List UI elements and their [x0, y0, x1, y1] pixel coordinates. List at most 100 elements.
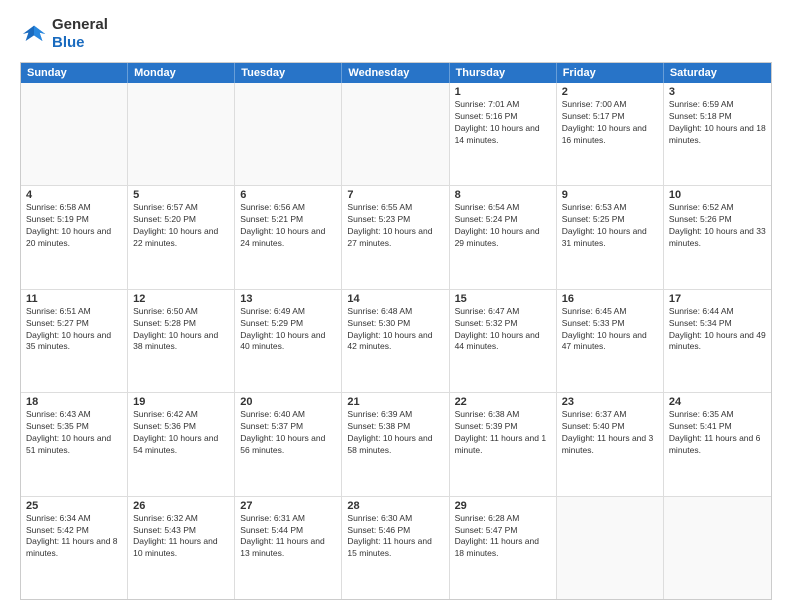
day-info: Sunrise: 6:34 AMSunset: 5:42 PMDaylight:…	[26, 513, 122, 561]
day-number: 7	[347, 189, 443, 201]
day-number: 11	[26, 293, 122, 305]
day-info: Sunrise: 6:47 AMSunset: 5:32 PMDaylight:…	[455, 306, 551, 354]
calendar-cell: 24Sunrise: 6:35 AMSunset: 5:41 PMDayligh…	[664, 393, 771, 495]
day-info: Sunrise: 6:55 AMSunset: 5:23 PMDaylight:…	[347, 202, 443, 250]
day-number: 17	[669, 293, 766, 305]
calendar-cell: 12Sunrise: 6:50 AMSunset: 5:28 PMDayligh…	[128, 290, 235, 392]
day-info: Sunrise: 6:31 AMSunset: 5:44 PMDaylight:…	[240, 513, 336, 561]
day-number: 18	[26, 396, 122, 408]
calendar-cell	[557, 497, 664, 599]
calendar-cell: 23Sunrise: 6:37 AMSunset: 5:40 PMDayligh…	[557, 393, 664, 495]
day-number: 4	[26, 189, 122, 201]
day-info: Sunrise: 6:51 AMSunset: 5:27 PMDaylight:…	[26, 306, 122, 354]
day-info: Sunrise: 6:59 AMSunset: 5:18 PMDaylight:…	[669, 99, 766, 147]
calendar-cell: 15Sunrise: 6:47 AMSunset: 5:32 PMDayligh…	[450, 290, 557, 392]
day-number: 27	[240, 500, 336, 512]
calendar-cell: 3Sunrise: 6:59 AMSunset: 5:18 PMDaylight…	[664, 83, 771, 185]
day-number: 21	[347, 396, 443, 408]
day-number: 16	[562, 293, 658, 305]
logo-text: General Blue	[52, 16, 108, 52]
day-number: 22	[455, 396, 551, 408]
calendar-cell: 18Sunrise: 6:43 AMSunset: 5:35 PMDayligh…	[21, 393, 128, 495]
day-info: Sunrise: 6:40 AMSunset: 5:37 PMDaylight:…	[240, 409, 336, 457]
calendar-week-4: 18Sunrise: 6:43 AMSunset: 5:35 PMDayligh…	[21, 392, 771, 495]
day-number: 1	[455, 86, 551, 98]
calendar-cell: 10Sunrise: 6:52 AMSunset: 5:26 PMDayligh…	[664, 186, 771, 288]
day-info: Sunrise: 6:38 AMSunset: 5:39 PMDaylight:…	[455, 409, 551, 457]
calendar-cell: 28Sunrise: 6:30 AMSunset: 5:46 PMDayligh…	[342, 497, 449, 599]
day-info: Sunrise: 6:45 AMSunset: 5:33 PMDaylight:…	[562, 306, 658, 354]
header: General Blue	[20, 16, 772, 52]
calendar-cell: 14Sunrise: 6:48 AMSunset: 5:30 PMDayligh…	[342, 290, 449, 392]
calendar-cell: 13Sunrise: 6:49 AMSunset: 5:29 PMDayligh…	[235, 290, 342, 392]
day-number: 3	[669, 86, 766, 98]
calendar-cell: 5Sunrise: 6:57 AMSunset: 5:20 PMDaylight…	[128, 186, 235, 288]
day-info: Sunrise: 6:30 AMSunset: 5:46 PMDaylight:…	[347, 513, 443, 561]
day-info: Sunrise: 6:39 AMSunset: 5:38 PMDaylight:…	[347, 409, 443, 457]
calendar-cell	[342, 83, 449, 185]
calendar-header-saturday: Saturday	[664, 63, 771, 83]
day-number: 13	[240, 293, 336, 305]
day-info: Sunrise: 6:57 AMSunset: 5:20 PMDaylight:…	[133, 202, 229, 250]
day-number: 20	[240, 396, 336, 408]
day-info: Sunrise: 7:01 AMSunset: 5:16 PMDaylight:…	[455, 99, 551, 147]
day-number: 25	[26, 500, 122, 512]
calendar-cell: 2Sunrise: 7:00 AMSunset: 5:17 PMDaylight…	[557, 83, 664, 185]
day-info: Sunrise: 6:54 AMSunset: 5:24 PMDaylight:…	[455, 202, 551, 250]
calendar-header-tuesday: Tuesday	[235, 63, 342, 83]
calendar-cell: 20Sunrise: 6:40 AMSunset: 5:37 PMDayligh…	[235, 393, 342, 495]
day-info: Sunrise: 6:43 AMSunset: 5:35 PMDaylight:…	[26, 409, 122, 457]
day-info: Sunrise: 7:00 AMSunset: 5:17 PMDaylight:…	[562, 99, 658, 147]
day-number: 15	[455, 293, 551, 305]
day-info: Sunrise: 6:52 AMSunset: 5:26 PMDaylight:…	[669, 202, 766, 250]
calendar-cell: 4Sunrise: 6:58 AMSunset: 5:19 PMDaylight…	[21, 186, 128, 288]
day-info: Sunrise: 6:35 AMSunset: 5:41 PMDaylight:…	[669, 409, 766, 457]
day-info: Sunrise: 6:50 AMSunset: 5:28 PMDaylight:…	[133, 306, 229, 354]
day-number: 8	[455, 189, 551, 201]
calendar-cell: 17Sunrise: 6:44 AMSunset: 5:34 PMDayligh…	[664, 290, 771, 392]
day-number: 24	[669, 396, 766, 408]
day-number: 14	[347, 293, 443, 305]
calendar-cell: 22Sunrise: 6:38 AMSunset: 5:39 PMDayligh…	[450, 393, 557, 495]
calendar-cell	[235, 83, 342, 185]
day-number: 29	[455, 500, 551, 512]
calendar-cell	[664, 497, 771, 599]
calendar-cell: 9Sunrise: 6:53 AMSunset: 5:25 PMDaylight…	[557, 186, 664, 288]
calendar-header-wednesday: Wednesday	[342, 63, 449, 83]
day-number: 6	[240, 189, 336, 201]
calendar-cell: 11Sunrise: 6:51 AMSunset: 5:27 PMDayligh…	[21, 290, 128, 392]
calendar-header-thursday: Thursday	[450, 63, 557, 83]
calendar-cell: 27Sunrise: 6:31 AMSunset: 5:44 PMDayligh…	[235, 497, 342, 599]
calendar-cell: 25Sunrise: 6:34 AMSunset: 5:42 PMDayligh…	[21, 497, 128, 599]
logo-bird-icon	[20, 20, 48, 48]
day-number: 23	[562, 396, 658, 408]
calendar-header-sunday: Sunday	[21, 63, 128, 83]
day-info: Sunrise: 6:56 AMSunset: 5:21 PMDaylight:…	[240, 202, 336, 250]
calendar-cell: 16Sunrise: 6:45 AMSunset: 5:33 PMDayligh…	[557, 290, 664, 392]
calendar-cell: 19Sunrise: 6:42 AMSunset: 5:36 PMDayligh…	[128, 393, 235, 495]
day-info: Sunrise: 6:48 AMSunset: 5:30 PMDaylight:…	[347, 306, 443, 354]
day-info: Sunrise: 6:42 AMSunset: 5:36 PMDaylight:…	[133, 409, 229, 457]
calendar-cell: 8Sunrise: 6:54 AMSunset: 5:24 PMDaylight…	[450, 186, 557, 288]
calendar: SundayMondayTuesdayWednesdayThursdayFrid…	[20, 62, 772, 600]
day-info: Sunrise: 6:53 AMSunset: 5:25 PMDaylight:…	[562, 202, 658, 250]
calendar-week-1: 1Sunrise: 7:01 AMSunset: 5:16 PMDaylight…	[21, 83, 771, 185]
calendar-header: SundayMondayTuesdayWednesdayThursdayFrid…	[21, 63, 771, 83]
day-number: 5	[133, 189, 229, 201]
logo: General Blue	[20, 16, 108, 52]
day-info: Sunrise: 6:32 AMSunset: 5:43 PMDaylight:…	[133, 513, 229, 561]
day-number: 28	[347, 500, 443, 512]
calendar-header-friday: Friday	[557, 63, 664, 83]
calendar-week-5: 25Sunrise: 6:34 AMSunset: 5:42 PMDayligh…	[21, 496, 771, 599]
day-number: 9	[562, 189, 658, 201]
calendar-week-2: 4Sunrise: 6:58 AMSunset: 5:19 PMDaylight…	[21, 185, 771, 288]
day-number: 26	[133, 500, 229, 512]
day-info: Sunrise: 6:37 AMSunset: 5:40 PMDaylight:…	[562, 409, 658, 457]
day-info: Sunrise: 6:44 AMSunset: 5:34 PMDaylight:…	[669, 306, 766, 354]
calendar-cell	[21, 83, 128, 185]
calendar-cell: 6Sunrise: 6:56 AMSunset: 5:21 PMDaylight…	[235, 186, 342, 288]
page: General Blue SundayMondayTuesdayWednesda…	[0, 0, 792, 612]
day-info: Sunrise: 6:49 AMSunset: 5:29 PMDaylight:…	[240, 306, 336, 354]
calendar-cell: 26Sunrise: 6:32 AMSunset: 5:43 PMDayligh…	[128, 497, 235, 599]
calendar-cell: 1Sunrise: 7:01 AMSunset: 5:16 PMDaylight…	[450, 83, 557, 185]
